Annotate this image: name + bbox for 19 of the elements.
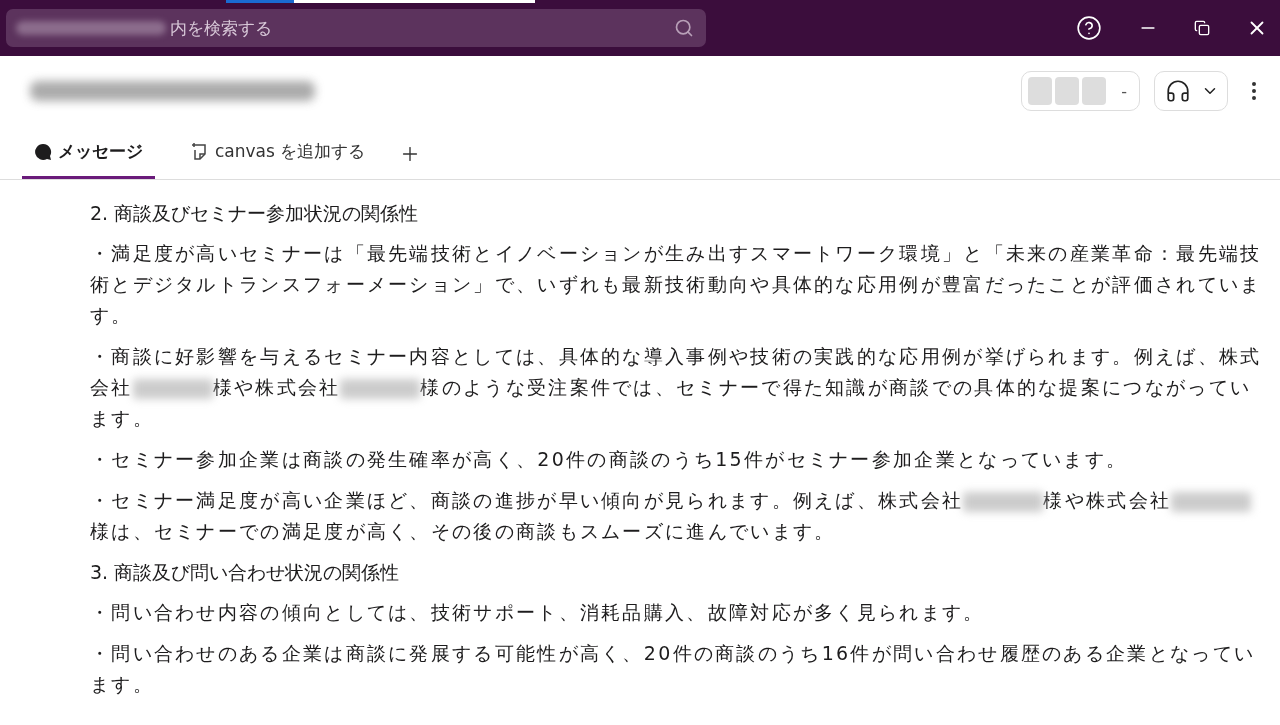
headphones-icon <box>1165 78 1191 104</box>
paragraph: ・商談に好影響を与えるセミナー内容としては、具体的な導入事例や技術の実践的な応用例が挙げられます。例えば、株式会社 様や株式会社 様のような受注案件では、セミナーで得た知識が商談での具体的な提案につながっています。 <box>90 344 1263 431</box>
chat-bubble-icon <box>34 142 52 161</box>
paragraph: ・問い合わせのある企業は商談に発展する可能性が高く、20件の商談のうち16件が問い合わせ履歴のある企業となっています。 <box>90 641 1257 697</box>
search-field[interactable]: 内を検索する <box>6 9 706 47</box>
help-icon[interactable] <box>1076 15 1102 41</box>
tab[interactable]: メッセージ <box>22 140 155 179</box>
paragraph: ・セミナー参加企業は商談の発生確率が高く、20件の商談のうち15件がセミナー参加企業となっています。 <box>90 447 1129 472</box>
members-button[interactable]: - <box>1021 71 1140 111</box>
tab[interactable]: canvas を追加する <box>177 140 378 179</box>
restore-icon[interactable] <box>1194 20 1210 36</box>
paragraph: ・満足度が高いセミナーは「最先端技術とイノベーションが生み出すスマートワーク環境」と「未来の産業革命：最先端技術とデジタルトランスフォーメーション」で、いずれも最新技術動向や具体的な応用例が豊富だったことが評価されています。 <box>90 241 1263 328</box>
paragraph: ・セミナー満足度が高い企業ほど、商談の進捗が早い傾向が見られます。例えば、株式会社 様や株式会社 様は、セミナーでの満足度が高く、その後の商談もスムーズに進んでいます。 <box>90 485 1270 547</box>
section-heading: 2. 商談及びセミナー参加状況の関係性 <box>90 201 420 226</box>
search-icon <box>674 18 694 38</box>
canvas-icon <box>189 141 209 162</box>
paragraph: ・問い合わせ内容の傾向としては、技術サポート、消耗品購入、故障対応が多く見られます。 <box>90 600 986 625</box>
huddle-button[interactable] <box>1154 71 1228 111</box>
section-heading: 3. 商談及び問い合わせ状況の関係性 <box>90 560 401 585</box>
